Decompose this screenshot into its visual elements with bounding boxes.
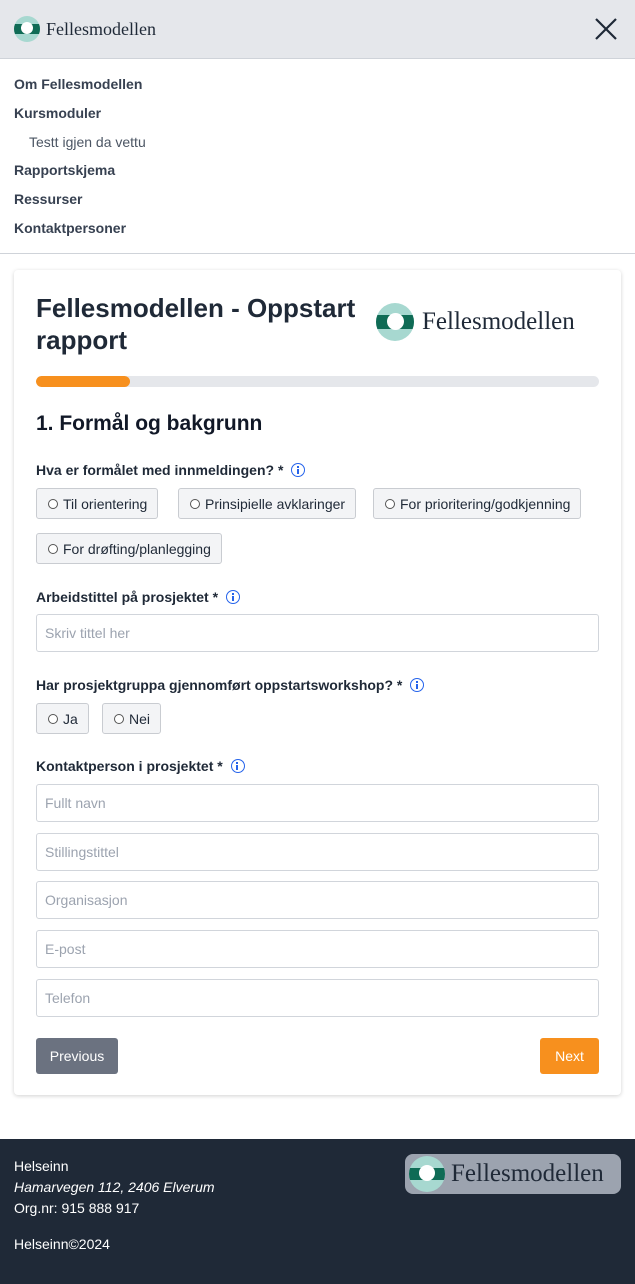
nav-item-om-fellesmodellen[interactable]: Om Fellesmodellen (14, 76, 142, 92)
info-icon[interactable] (226, 590, 241, 604)
radio-icon (385, 498, 395, 509)
footer-orgnr: Org.nr: 915 888 917 (14, 1200, 140, 1216)
email-input[interactable] (36, 930, 599, 968)
footer: Helseinn Hamarvegen 112, 2406 Elverum Or… (0, 1139, 635, 1284)
progress-bar (36, 376, 599, 387)
form-title: Fellesmodellen - Oppstart rapport (36, 293, 356, 355)
option-for-drofting[interactable]: For drøfting/planlegging (36, 533, 222, 564)
info-icon[interactable] (410, 678, 425, 692)
option-prinsipielle-avklaringer[interactable]: Prinsipielle avklaringer (178, 488, 357, 519)
handshake-logo-icon (376, 303, 414, 341)
nav-menu: Om Fellesmodellen Kursmoduler Testt igje… (0, 59, 635, 254)
project-title-input[interactable] (36, 614, 599, 652)
handshake-logo-icon (14, 16, 40, 42)
question-contact-label: Kontaktperson i prosjektet * (36, 758, 223, 774)
option-nei[interactable]: Nei (102, 703, 162, 734)
option-ja[interactable]: Ja (36, 703, 89, 734)
radio-icon (48, 498, 58, 509)
progress-fill (36, 376, 131, 387)
nav-item-rapportskjema[interactable]: Rapportskjema (14, 162, 115, 178)
option-label: Nei (129, 710, 151, 727)
question-title-label: Arbeidstittel på prosjektet * (36, 589, 219, 605)
organization-input[interactable] (36, 881, 599, 919)
footer-address: Hamarvegen 112, 2406 Elverum (14, 1179, 215, 1195)
next-button[interactable]: Next (540, 1038, 599, 1074)
question-contact: Kontaktperson i prosjektet * (36, 758, 245, 774)
info-icon[interactable] (230, 759, 245, 773)
question-purpose-label: Hva er formålet med innmeldingen? * (36, 462, 284, 478)
option-label: Prinsipielle avklaringer (205, 495, 346, 512)
nav-subitem-testt[interactable]: Testt igjen da vettu (29, 134, 146, 150)
info-icon[interactable] (291, 463, 306, 477)
brand-name: Fellesmodellen (46, 18, 156, 39)
radio-icon (190, 498, 200, 509)
question-purpose: Hva er formålet med innmeldingen? * (36, 462, 306, 478)
card-logo: Fellesmodellen (376, 303, 575, 341)
option-label: For drøfting/planlegging (63, 540, 211, 557)
card-logo-text: Fellesmodellen (422, 308, 575, 335)
section-title: 1. Formål og bakgrunn (36, 412, 263, 435)
nav-item-kontaktpersoner[interactable]: Kontaktpersoner (14, 220, 126, 236)
nav-item-ressurser[interactable]: Ressurser (14, 191, 83, 207)
radio-icon (48, 543, 58, 554)
radio-icon (48, 713, 58, 724)
full-name-input[interactable] (36, 784, 599, 822)
option-for-prioritering[interactable]: For prioritering/godkjenning (373, 488, 582, 519)
option-label: For prioritering/godkjenning (400, 495, 571, 512)
brand-logo[interactable]: Fellesmodellen (14, 16, 156, 42)
footer-copyright: Helseinn©2024 (14, 1236, 110, 1252)
option-label: Ja (63, 710, 78, 727)
footer-logo-text: Fellesmodellen (451, 1160, 604, 1187)
handshake-logo-icon (409, 1156, 445, 1192)
question-workshop-label: Har prosjektgruppa gjennomført oppstarts… (36, 677, 403, 693)
previous-button[interactable]: Previous (36, 1038, 118, 1074)
job-title-input[interactable] (36, 833, 599, 871)
phone-input[interactable] (36, 979, 599, 1017)
top-bar: Fellesmodellen (0, 0, 635, 59)
question-workshop: Har prosjektgruppa gjennomført oppstarts… (36, 677, 425, 693)
form-card: Fellesmodellen - Oppstart rapport Felles… (14, 270, 621, 1095)
close-icon[interactable] (592, 15, 620, 43)
option-til-orientering[interactable]: Til orientering (36, 488, 159, 519)
footer-logo[interactable]: Fellesmodellen (405, 1154, 621, 1194)
radio-icon (114, 713, 124, 724)
nav-item-kursmoduler[interactable]: Kursmoduler (14, 105, 101, 121)
question-title: Arbeidstittel på prosjektet * (36, 589, 241, 605)
option-label: Til orientering (63, 495, 148, 512)
footer-company-name: Helseinn (14, 1158, 69, 1174)
